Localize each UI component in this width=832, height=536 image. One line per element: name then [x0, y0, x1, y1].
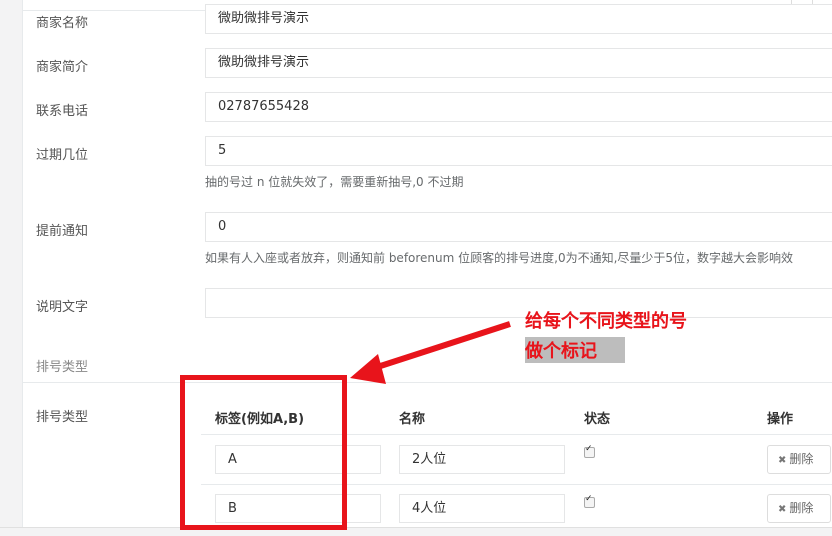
annotation-text-line1: 给每个不同类型的号 [525, 311, 687, 332]
status-checkbox[interactable] [584, 444, 595, 458]
annotation-highlight-box [180, 375, 347, 530]
delete-button[interactable]: ✖ 删除 [767, 494, 831, 523]
close-icon: ✖ [778, 455, 787, 466]
merchant-intro-label: 商家简介 [36, 60, 89, 75]
name-input[interactable]: 2人位 [399, 445, 565, 474]
status-checkbox[interactable] [584, 494, 595, 508]
delete-label: 删除 [789, 501, 814, 515]
form-panel: 商家名称 微助微排号演示 商家简介 微助微排号演示 联系电话 027876554… [22, 0, 832, 527]
expire-label: 过期几位 [36, 148, 89, 163]
desc-input[interactable] [205, 288, 832, 318]
section-divider [23, 382, 832, 383]
header-action: 操作 [767, 412, 794, 427]
merchant-intro-input[interactable]: 微助微排号演示 [205, 48, 832, 78]
header-status: 状态 [584, 412, 611, 427]
delete-button[interactable]: ✖ 删除 [767, 445, 831, 474]
merchant-name-input[interactable]: 微助微排号演示 [205, 4, 832, 34]
section-title: 排号类型 [36, 360, 89, 375]
notify-label: 提前通知 [36, 224, 89, 239]
notify-input[interactable]: 0 [205, 212, 832, 242]
annotation-text-line2: 做个标记 [525, 337, 625, 363]
name-input[interactable]: 4人位 [399, 494, 565, 523]
merchant-name-label: 商家名称 [36, 16, 89, 31]
expire-help-text: 抽的号过 n 位就失效了，需要重新抽号,0 不过期 [205, 175, 464, 189]
close-icon: ✖ [778, 504, 787, 515]
header-name: 名称 [399, 412, 426, 427]
delete-label: 删除 [789, 452, 814, 466]
notify-help-text: 如果有人入座或者放弃，则通知前 beforenum 位顾客的排号进度,0为不通知… [205, 251, 794, 265]
phone-label: 联系电话 [36, 104, 89, 119]
desc-label: 说明文字 [36, 300, 89, 315]
expire-input[interactable]: 5 [205, 136, 832, 166]
types-label: 排号类型 [36, 410, 89, 425]
phone-input[interactable]: 02787655428 [205, 92, 832, 122]
